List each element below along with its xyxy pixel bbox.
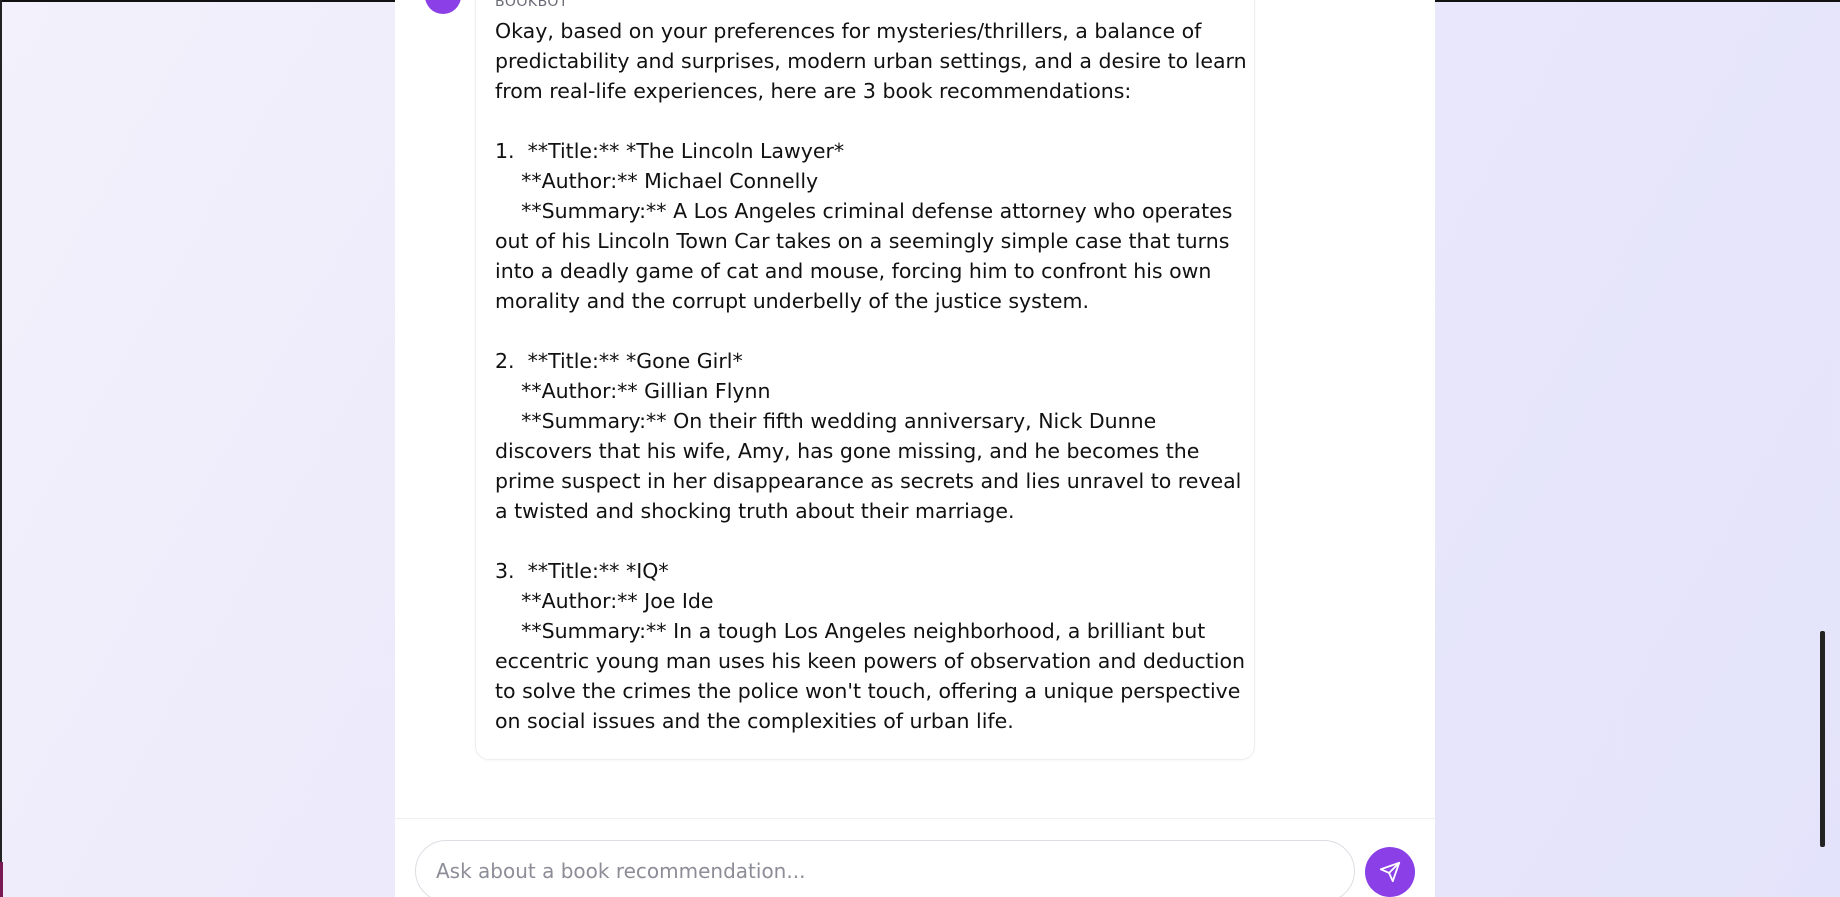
scrollbar-thumb[interactable] [1820, 631, 1825, 847]
message-list: BOOKBOT Okay, based on your preferences … [395, 0, 1435, 818]
chat-input[interactable] [415, 840, 1355, 897]
bot-message-text: Okay, based on your preferences for myst… [495, 19, 1247, 733]
window-left-border [0, 0, 2, 897]
send-button[interactable] [1365, 847, 1415, 897]
sender-label: BOOKBOT [495, 0, 569, 10]
corner-accent [0, 862, 3, 897]
bot-avatar [425, 0, 461, 14]
chat-input-area [395, 818, 1435, 897]
send-icon [1379, 861, 1401, 883]
chat-panel: BOOKBOT Okay, based on your preferences … [395, 0, 1435, 897]
